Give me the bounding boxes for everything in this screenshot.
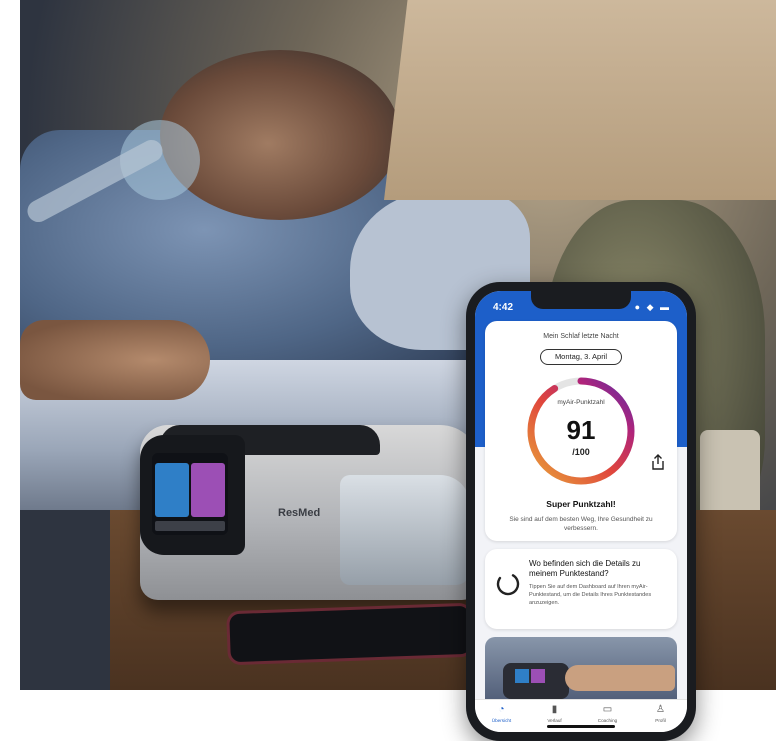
cpap-screen-tile (155, 463, 189, 517)
phone-notch (531, 291, 631, 309)
tab-profile[interactable]: ♙ Profil (634, 700, 687, 732)
cpap-water-tank (340, 475, 470, 585)
smartphone: 4:42 ● ◆ ▬ Mein Schlaf letzte Nacht Mont… (466, 282, 696, 741)
cpap-front-panel (140, 435, 245, 555)
info-body: Tippen Sie auf dem Dashboard auf Ihren m… (529, 584, 652, 606)
share-icon[interactable] (649, 453, 667, 471)
score-subline: Sie sind auf dem besten Weg, Ihre Gesund… (509, 516, 653, 532)
profile-icon: ♙ (656, 704, 665, 715)
sleeping-person (160, 50, 400, 220)
tab-overview[interactable]: ◔ Übersicht (475, 700, 528, 732)
status-time: 4:42 (493, 302, 514, 313)
history-icon: ▮ (551, 704, 558, 715)
lamp-shade (384, 0, 776, 200)
cpap-screen-bar (155, 521, 225, 531)
score-label: myAir-Punktzahl (557, 399, 605, 406)
score-card[interactable]: Mein Schlaf letzte Nacht Montag, 3. Apri… (485, 321, 677, 541)
cpap-screen (152, 453, 228, 535)
date-selector[interactable]: Montag, 3. April (540, 349, 622, 365)
overview-icon: ◔ (498, 704, 505, 715)
cpap-brand-logo: ResMed (278, 507, 321, 519)
loading-ring-icon (496, 572, 520, 596)
phone-screen: 4:42 ● ◆ ▬ Mein Schlaf letzte Nacht Mont… (475, 291, 687, 732)
home-indicator (547, 725, 615, 728)
video-screen-tile (531, 669, 545, 683)
chat-icon: ▭ (602, 704, 613, 715)
tab-label: Coaching (597, 718, 618, 723)
score-caption: Mein Schlaf letzte Nacht (543, 333, 619, 340)
cpap-screen-tile (191, 463, 225, 517)
tab-label: Verlauf (547, 718, 562, 723)
cpap-device: ResMed (140, 425, 480, 600)
info-title: Wo befinden sich die Details zu meinem P… (529, 559, 641, 578)
score-headline: Super Punktzahl! (546, 499, 616, 509)
video-card[interactable] (485, 637, 677, 699)
tab-label: Profil (655, 718, 666, 723)
person-arm (20, 320, 210, 400)
phone-on-table (229, 605, 471, 663)
video-screen-tile (515, 669, 529, 683)
info-card[interactable]: Wo befinden sich die Details zu meinem P… (485, 549, 677, 629)
score-value: 91 (566, 415, 596, 445)
status-icons: ● ◆ ▬ (634, 302, 671, 312)
tab-label: Übersicht (491, 718, 512, 723)
video-hand (565, 665, 675, 691)
